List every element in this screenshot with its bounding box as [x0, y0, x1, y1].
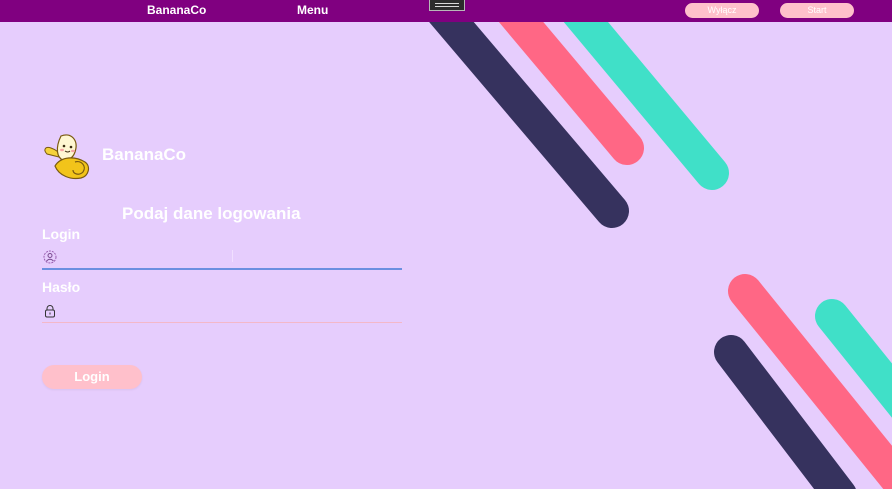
hamburger-icon[interactable] [429, 0, 465, 11]
password-input[interactable] [62, 302, 398, 320]
login-button[interactable]: Login [42, 365, 142, 389]
banana-mascot-icon [44, 134, 90, 180]
login-label: Login [42, 226, 81, 242]
password-field[interactable] [42, 302, 402, 323]
topbar-brand[interactable]: BananaCo [147, 3, 206, 17]
shutdown-button[interactable]: Wyłącz [685, 3, 759, 18]
app-brand-title: BananaCo [102, 145, 187, 164]
decorative-stripes [410, 0, 892, 489]
text-caret [232, 250, 233, 262]
login-field[interactable] [42, 248, 402, 270]
start-button[interactable]: Start [780, 3, 854, 18]
login-input[interactable] [62, 248, 398, 266]
login-form-title: Podaj dane logowania [122, 204, 301, 223]
top-bar: BananaCo Menu Wyłącz Start [0, 0, 892, 22]
user-icon [43, 250, 57, 264]
topbar-menu[interactable]: Menu [297, 3, 328, 17]
lock-icon [45, 305, 55, 318]
password-label: Hasło [42, 279, 81, 295]
